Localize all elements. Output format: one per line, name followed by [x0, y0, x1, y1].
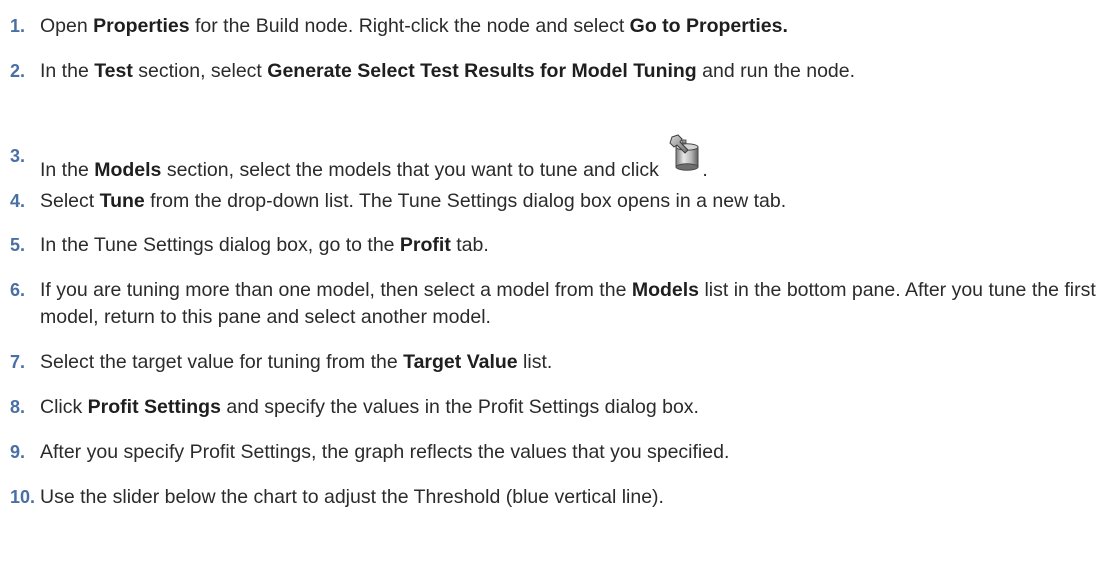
step-text-part: If you are tuning more than one model, t… — [40, 279, 632, 301]
step-text: In the Models section, select the models… — [40, 134, 1115, 184]
step-number: 10. — [10, 487, 36, 507]
ui-term-models: Models — [631, 279, 700, 301]
step-text: Use the slider below the chart to adjust… — [40, 484, 1115, 511]
step-number: 1. — [10, 16, 26, 36]
step-8: 8. Click Profit Settings and specify the… — [0, 394, 1115, 421]
step-text-part: Use the slider below the chart to adjust… — [40, 486, 664, 508]
ui-term-profit: Profit — [399, 234, 451, 256]
step-7: 7. Select the target value for tuning fr… — [0, 349, 1115, 376]
step-3: 3. In the Models section, select the mod… — [0, 134, 1115, 184]
ui-term-models: Models — [94, 159, 162, 181]
step-5: 5. In the Tune Settings dialog box, go t… — [0, 232, 1115, 259]
step-2: 2. In the Test section, select Generate … — [0, 58, 1115, 85]
ui-term-test: Test — [94, 60, 133, 82]
step-text-part: from the drop-down list. The Tune Settin… — [144, 190, 787, 212]
step-number: 6. — [10, 280, 26, 300]
step-text: Click Profit Settings and specify the va… — [40, 394, 1115, 421]
tune-models-icon-graphic — [669, 134, 699, 171]
step-text-part: section, select — [132, 60, 268, 82]
step-text-part: In the Tune Settings dialog box, go to t… — [40, 234, 400, 256]
step-number: 5. — [10, 235, 26, 255]
step-text-part: Click — [40, 396, 88, 418]
step-text: If you are tuning more than one model, t… — [40, 277, 1115, 331]
step-text-part: After you specify Profit Settings, the g… — [40, 441, 730, 463]
step-number: 3. — [10, 146, 26, 166]
step-text-part: section, select the models that you want… — [161, 159, 665, 181]
step-6: 6. If you are tuning more than one model… — [0, 277, 1115, 331]
step-9: 9. After you specify Profit Settings, th… — [0, 439, 1115, 466]
step-text-part: Select — [40, 190, 100, 212]
step-1: 1. Open Properties for the Build node. R… — [0, 13, 1115, 40]
step-text-part: list. — [517, 351, 553, 373]
step-text: Open Properties for the Build node. Righ… — [40, 13, 1115, 40]
ui-term-tune: Tune — [99, 190, 145, 212]
step-4: 4. Select Tune from the drop-down list. … — [0, 188, 1115, 215]
ui-term-go-to-properties: Go to Properties. — [629, 15, 788, 37]
step-text-part: for the Build node. Right-click the node… — [189, 15, 630, 37]
step-text-part: and specify the values in the Profit Set… — [220, 396, 699, 418]
step-text-part: tab. — [450, 234, 489, 256]
ui-term-profit-settings: Profit Settings — [87, 396, 221, 418]
step-text-part: . — [702, 159, 708, 181]
step-number: 7. — [10, 352, 26, 372]
step-text: In the Test section, select Generate Sel… — [40, 58, 1115, 85]
step-text-part: Select the target value for tuning from … — [40, 351, 404, 373]
step-number: 8. — [10, 397, 26, 417]
step-text-part: In the — [40, 60, 95, 82]
step-text: Select the target value for tuning from … — [40, 349, 1115, 376]
step-text: In the Tune Settings dialog box, go to t… — [40, 232, 1115, 259]
ui-term-properties: Properties — [93, 15, 190, 37]
step-number: 4. — [10, 191, 26, 211]
step-text: After you specify Profit Settings, the g… — [40, 439, 1115, 466]
step-text-part: Open — [40, 15, 94, 37]
ui-term-target-value: Target Value — [403, 351, 518, 373]
step-number: 9. — [10, 442, 26, 462]
step-text-part: and run the node. — [696, 60, 856, 82]
step-text: Select Tune from the drop-down list. The… — [40, 188, 1115, 215]
tune-models-icon — [668, 134, 702, 179]
step-text-part: In the — [40, 159, 95, 181]
ui-term-generate-select-test-results: Generate Select Test Results for Model T… — [267, 60, 697, 82]
step-10: 10. Use the slider below the chart to ad… — [0, 484, 1115, 511]
step-number: 2. — [10, 61, 26, 81]
